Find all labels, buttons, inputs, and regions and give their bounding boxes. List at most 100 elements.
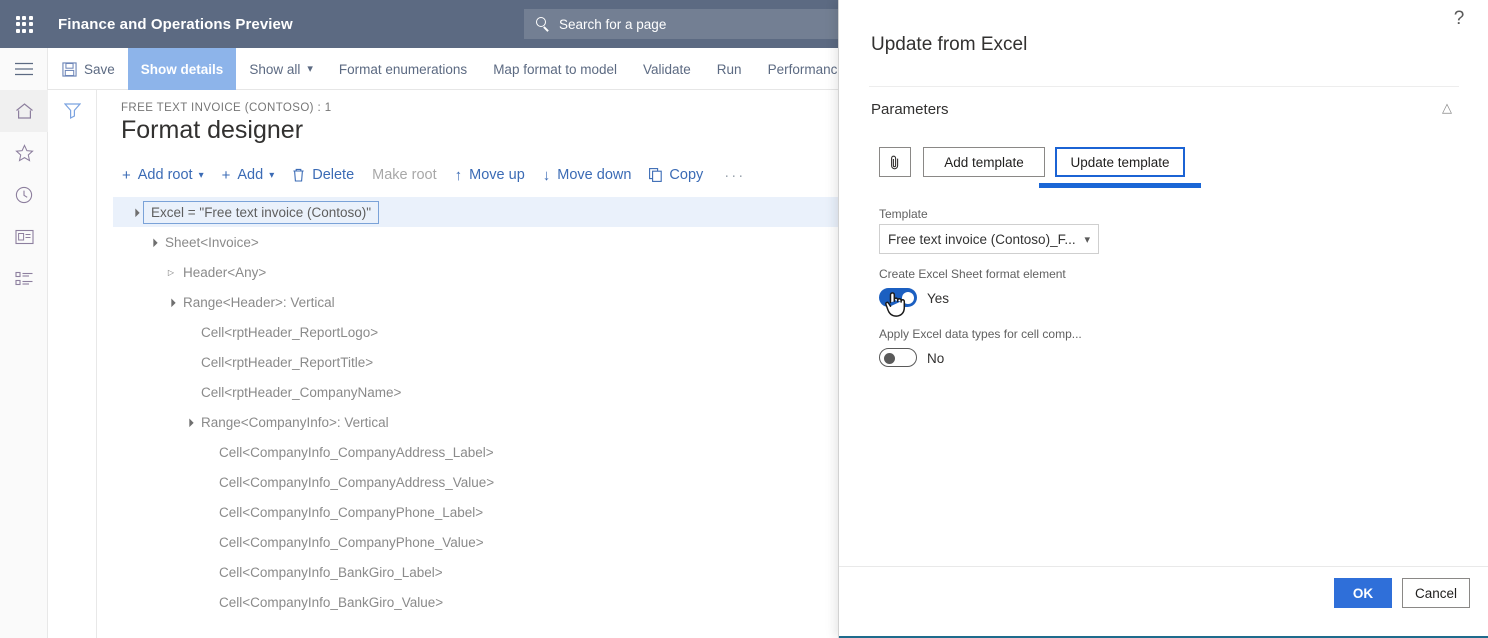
arrow-up-icon: ↑ bbox=[455, 168, 463, 183]
twisty-expanded-icon[interactable]: ◢ bbox=[126, 203, 144, 221]
map-format-to-model-button[interactable]: Map format to model bbox=[480, 48, 630, 90]
copy-label: Copy bbox=[669, 167, 703, 183]
tree-node[interactable]: ◢Excel = "Free text invoice (Contoso)" bbox=[113, 197, 869, 227]
create-sheet-toggle-label: Create Excel Sheet format element bbox=[879, 267, 1066, 281]
app-launcher-icon[interactable] bbox=[0, 0, 48, 48]
tree-node-label: Sheet<Invoice> bbox=[161, 235, 259, 250]
tree-node[interactable]: ◢Sheet<Invoice> bbox=[113, 227, 869, 257]
more-actions-button[interactable]: ··· bbox=[712, 167, 757, 184]
create-sheet-toggle[interactable] bbox=[879, 288, 917, 307]
show-all-label: Show all bbox=[249, 62, 300, 77]
filter-strip bbox=[48, 90, 97, 638]
dialog-divider bbox=[869, 86, 1459, 87]
ok-label: OK bbox=[1353, 586, 1373, 601]
show-details-button[interactable]: Show details bbox=[128, 48, 237, 90]
save-button[interactable]: Save bbox=[48, 48, 128, 90]
filter-icon[interactable] bbox=[64, 102, 81, 638]
tree-node-label: Cell<CompanyInfo_CompanyAddress_Value> bbox=[215, 475, 494, 490]
workspace-icon bbox=[15, 229, 34, 245]
parameters-section-header: Parameters bbox=[871, 101, 949, 118]
cancel-button[interactable]: Cancel bbox=[1402, 578, 1470, 608]
tree-node[interactable]: Cell<CompanyInfo_BankGiro_Value> bbox=[113, 587, 869, 617]
save-icon bbox=[62, 62, 77, 77]
tree-node[interactable]: Cell<CompanyInfo_CompanyAddress_Value> bbox=[113, 467, 869, 497]
add-template-button[interactable]: Add template bbox=[923, 147, 1045, 177]
copy-button[interactable]: Copy bbox=[640, 167, 712, 183]
chevron-down-icon: ▾ bbox=[307, 64, 313, 75]
star-icon bbox=[15, 144, 34, 162]
tree-node[interactable]: ▷Header<Any> bbox=[113, 257, 869, 287]
run-button[interactable]: Run bbox=[704, 48, 755, 90]
sidebar-item-favorites[interactable] bbox=[0, 132, 48, 174]
show-all-menu[interactable]: Show all ▾ bbox=[236, 48, 326, 90]
page-title: Format designer bbox=[121, 116, 303, 145]
tree-node-label: Cell<CompanyInfo_BankGiro_Value> bbox=[215, 595, 443, 610]
tree-node[interactable]: Cell<rptHeader_CompanyName> bbox=[113, 377, 869, 407]
tree-node[interactable]: Cell<CompanyInfo_CompanyPhone_Value> bbox=[113, 527, 869, 557]
sidebar-item-modules[interactable] bbox=[0, 258, 48, 300]
tree-node[interactable]: Cell<rptHeader_ReportLogo> bbox=[113, 317, 869, 347]
arrow-down-icon: ↓ bbox=[543, 168, 551, 183]
apply-data-types-toggle-label: Apply Excel data types for cell comp... bbox=[879, 327, 1082, 341]
validate-button[interactable]: Validate bbox=[630, 48, 704, 90]
run-label: Run bbox=[717, 62, 742, 77]
performance-label: Performance bbox=[768, 62, 845, 77]
tree-node[interactable]: ◢Range<CompanyInfo>: Vertical bbox=[113, 407, 869, 437]
tree-node[interactable]: Cell<CompanyInfo_CompanyPhone_Label> bbox=[113, 497, 869, 527]
create-sheet-toggle-state: Yes bbox=[927, 291, 949, 306]
ok-button[interactable]: OK bbox=[1334, 578, 1392, 608]
dialog-footer-divider bbox=[839, 566, 1488, 567]
copy-icon bbox=[649, 168, 662, 183]
template-select[interactable]: Free text invoice (Contoso)_F... ▾ bbox=[879, 224, 1099, 254]
cancel-label: Cancel bbox=[1415, 586, 1457, 601]
hamburger-icon[interactable] bbox=[0, 48, 48, 90]
tree-node-label: Cell<CompanyInfo_CompanyAddress_Label> bbox=[215, 445, 494, 460]
chevron-down-icon: ▾ bbox=[199, 170, 204, 181]
home-icon bbox=[15, 102, 34, 120]
template-field-label: Template bbox=[879, 207, 928, 221]
twisty-expanded-icon[interactable]: ◢ bbox=[144, 233, 162, 251]
twisty-expanded-icon[interactable]: ◢ bbox=[180, 413, 198, 431]
tree-node-label: Cell<rptHeader_ReportLogo> bbox=[197, 325, 378, 340]
validate-label: Validate bbox=[643, 62, 691, 77]
make-root-button: Make root bbox=[363, 167, 445, 183]
delete-button[interactable]: Delete bbox=[283, 167, 363, 183]
tree-node[interactable]: Cell<CompanyInfo_CompanyAddress_Label> bbox=[113, 437, 869, 467]
clock-icon bbox=[15, 186, 33, 204]
tree-node-label: Cell<rptHeader_ReportTitle> bbox=[197, 355, 373, 370]
update-template-label: Update template bbox=[1070, 155, 1169, 170]
tree-node[interactable]: Cell<CompanyInfo_BankGiro_Label> bbox=[113, 557, 869, 587]
make-root-label: Make root bbox=[372, 167, 436, 183]
tree-node[interactable]: Cell<rptHeader_ReportTitle> bbox=[113, 347, 869, 377]
tree-node-label: Excel = "Free text invoice (Contoso)" bbox=[143, 201, 379, 224]
add-template-label: Add template bbox=[944, 155, 1024, 170]
twisty-collapsed-icon[interactable]: ▷ bbox=[163, 268, 179, 277]
twisty-expanded-icon[interactable]: ◢ bbox=[162, 293, 180, 311]
chevron-up-icon[interactable]: △ bbox=[1442, 100, 1452, 116]
move-down-button[interactable]: ↓ Move down bbox=[534, 167, 641, 183]
update-template-button[interactable]: Update template bbox=[1055, 147, 1185, 177]
template-select-value: Free text invoice (Contoso)_F... bbox=[888, 232, 1078, 247]
chevron-down-icon: ▾ bbox=[1084, 233, 1090, 246]
tree-node[interactable]: ◢Range<Header>: Vertical bbox=[113, 287, 869, 317]
plus-icon: + bbox=[122, 168, 131, 183]
format-enumerations-button[interactable]: Format enumerations bbox=[326, 48, 480, 90]
apply-data-types-toggle[interactable] bbox=[879, 348, 917, 367]
sidebar-item-home[interactable] bbox=[0, 90, 48, 132]
move-up-button[interactable]: ↑ Move up bbox=[446, 167, 534, 183]
more-actions-label: ··· bbox=[724, 167, 745, 184]
toggle-knob bbox=[902, 292, 914, 304]
toggle-knob bbox=[884, 353, 895, 364]
update-from-excel-dialog: ? Update from Excel Parameters △ Add tem… bbox=[838, 0, 1488, 638]
sidebar-item-recent[interactable] bbox=[0, 174, 48, 216]
paperclip-icon bbox=[889, 154, 901, 171]
attach-file-button[interactable] bbox=[879, 147, 911, 177]
sidebar-item-workspaces[interactable] bbox=[0, 216, 48, 258]
apply-data-types-toggle-state: No bbox=[927, 351, 944, 366]
tree-node-label: Range<Header>: Vertical bbox=[179, 295, 335, 310]
help-icon[interactable]: ? bbox=[1446, 6, 1472, 32]
add-button[interactable]: + Add ▾ bbox=[213, 167, 284, 183]
add-root-button[interactable]: + Add root ▾ bbox=[113, 167, 213, 183]
tree-node-label: Header<Any> bbox=[179, 265, 266, 280]
show-details-label: Show details bbox=[141, 62, 224, 77]
